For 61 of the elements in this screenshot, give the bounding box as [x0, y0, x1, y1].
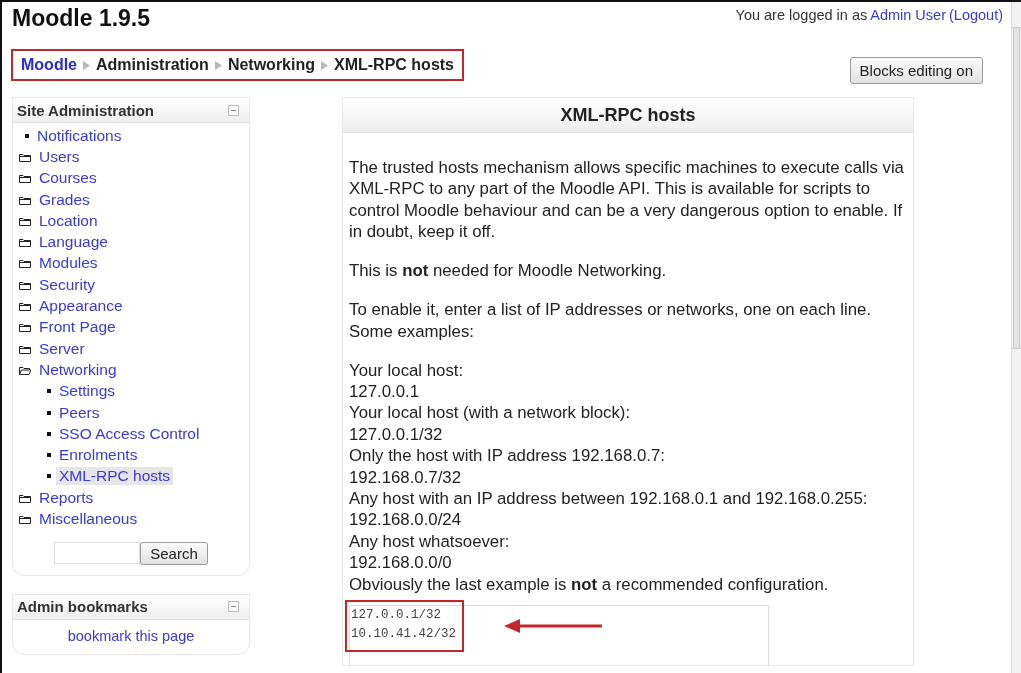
- sidebar-link[interactable]: Appearance: [36, 297, 126, 315]
- bullet-icon: [47, 410, 51, 415]
- collapse-icon: [228, 601, 239, 613]
- sidebar-link[interactable]: Location: [36, 211, 101, 230]
- user-link[interactable]: Admin User: [870, 7, 946, 23]
- collapse-icon: [228, 104, 239, 116]
- search-field[interactable]: [54, 541, 141, 564]
- breadcrumb-item: Administration: [96, 56, 209, 74]
- sidebar-link[interactable]: Miscellaneous: [36, 510, 141, 528]
- search-button[interactable]: Search: [140, 541, 208, 565]
- example-line: 127.0.0.1/32: [349, 423, 444, 446]
- sidebar-link[interactable]: Networking: [36, 360, 120, 379]
- sidebar-link[interactable]: Reports: [36, 488, 97, 507]
- field-text: 10.10.41.42/32: [351, 626, 457, 644]
- sidebar-link[interactable]: Users: [36, 147, 83, 166]
- paragraph: This is not needed for Moodle Networking.: [349, 260, 668, 282]
- paragraph: To enable it, enter a list of IP addresses or networks, one on each line. Some examples:: [349, 299, 873, 343]
- bookmark-link[interactable]: bookmark this page: [67, 627, 195, 644]
- example-line: Any host with an IP address between 192.168.0.1 and 192.168.0.255:: [349, 488, 869, 510]
- sidebar-link[interactable]: Language: [36, 233, 111, 252]
- breadcrumb-link[interactable]: Moodle: [21, 56, 77, 74]
- sidebar-link[interactable]: Courses: [36, 169, 100, 188]
- paragraph: The trusted hosts mechanism allows specific machines to execute calls via XML-RPC to any part of the Moodle API. This is available for scripts to control Moodle behaviour and can be a very dangerous option to enable. If in doubt, keep it off.: [349, 157, 905, 243]
- breadcrumb-item: Networking: [227, 56, 315, 74]
- sidebar-link[interactable]: Server: [36, 339, 88, 358]
- separator-icon: [83, 60, 90, 70]
- sidebar-link[interactable]: XML-RPC hosts: [56, 467, 174, 486]
- bullet-icon: [47, 453, 51, 458]
- sidebar-link[interactable]: Peers: [56, 403, 103, 422]
- example-line: Your local host:: [349, 359, 465, 382]
- sidebar-link[interactable]: SSO Access Control: [56, 424, 203, 443]
- example-line: Only the host with IP address 192.168.0.7:: [349, 445, 666, 467]
- bullet-icon: [47, 431, 51, 436]
- example-line: 127.0.0.1: [349, 381, 420, 403]
- breadcrumb-item: XML-RPC hosts: [334, 56, 454, 74]
- sidebar-link[interactable]: Settings: [56, 382, 118, 401]
- blocks-editing-button[interactable]: Blocks editing on: [849, 56, 983, 84]
- logout-link[interactable]: (Logout): [949, 7, 1003, 23]
- sidebar-link[interactable]: Modules: [36, 254, 101, 273]
- separator-icon: [214, 60, 222, 70]
- sidebar-link[interactable]: Grades: [36, 190, 93, 209]
- block-title: Admin bookmarks: [17, 598, 148, 616]
- sidebar-link[interactable]: Enrolments: [56, 446, 141, 465]
- example-line: Obviously the last example is not a recommended configuration.: [349, 573, 830, 596]
- sidebar-link[interactable]: Notifications: [34, 126, 125, 145]
- bullet-icon: [47, 389, 51, 394]
- example-line: 192.168.0.0/24: [349, 509, 462, 531]
- sidebar-link[interactable]: Front Page: [36, 318, 119, 337]
- bullet-icon: [25, 133, 29, 138]
- bullet-icon: [47, 474, 51, 479]
- scrollbar[interactable]: [1011, 2, 1021, 673]
- separator-icon: [321, 60, 328, 70]
- example-line: 192.168.0.7/32: [349, 466, 462, 489]
- example-line: Your local host (with a network block):: [349, 402, 632, 424]
- block-title: Site Administration: [17, 101, 154, 119]
- sidebar-link[interactable]: Security: [36, 275, 98, 294]
- example-line: Any host whatsoever:: [349, 530, 511, 553]
- login-text: You are logged in as: [735, 7, 868, 23]
- field-text: 127.0.0.1/32: [351, 607, 442, 625]
- site-title: Moodle 1.9.5: [12, 5, 151, 32]
- example-line: 192.168.0.0/0: [349, 552, 453, 574]
